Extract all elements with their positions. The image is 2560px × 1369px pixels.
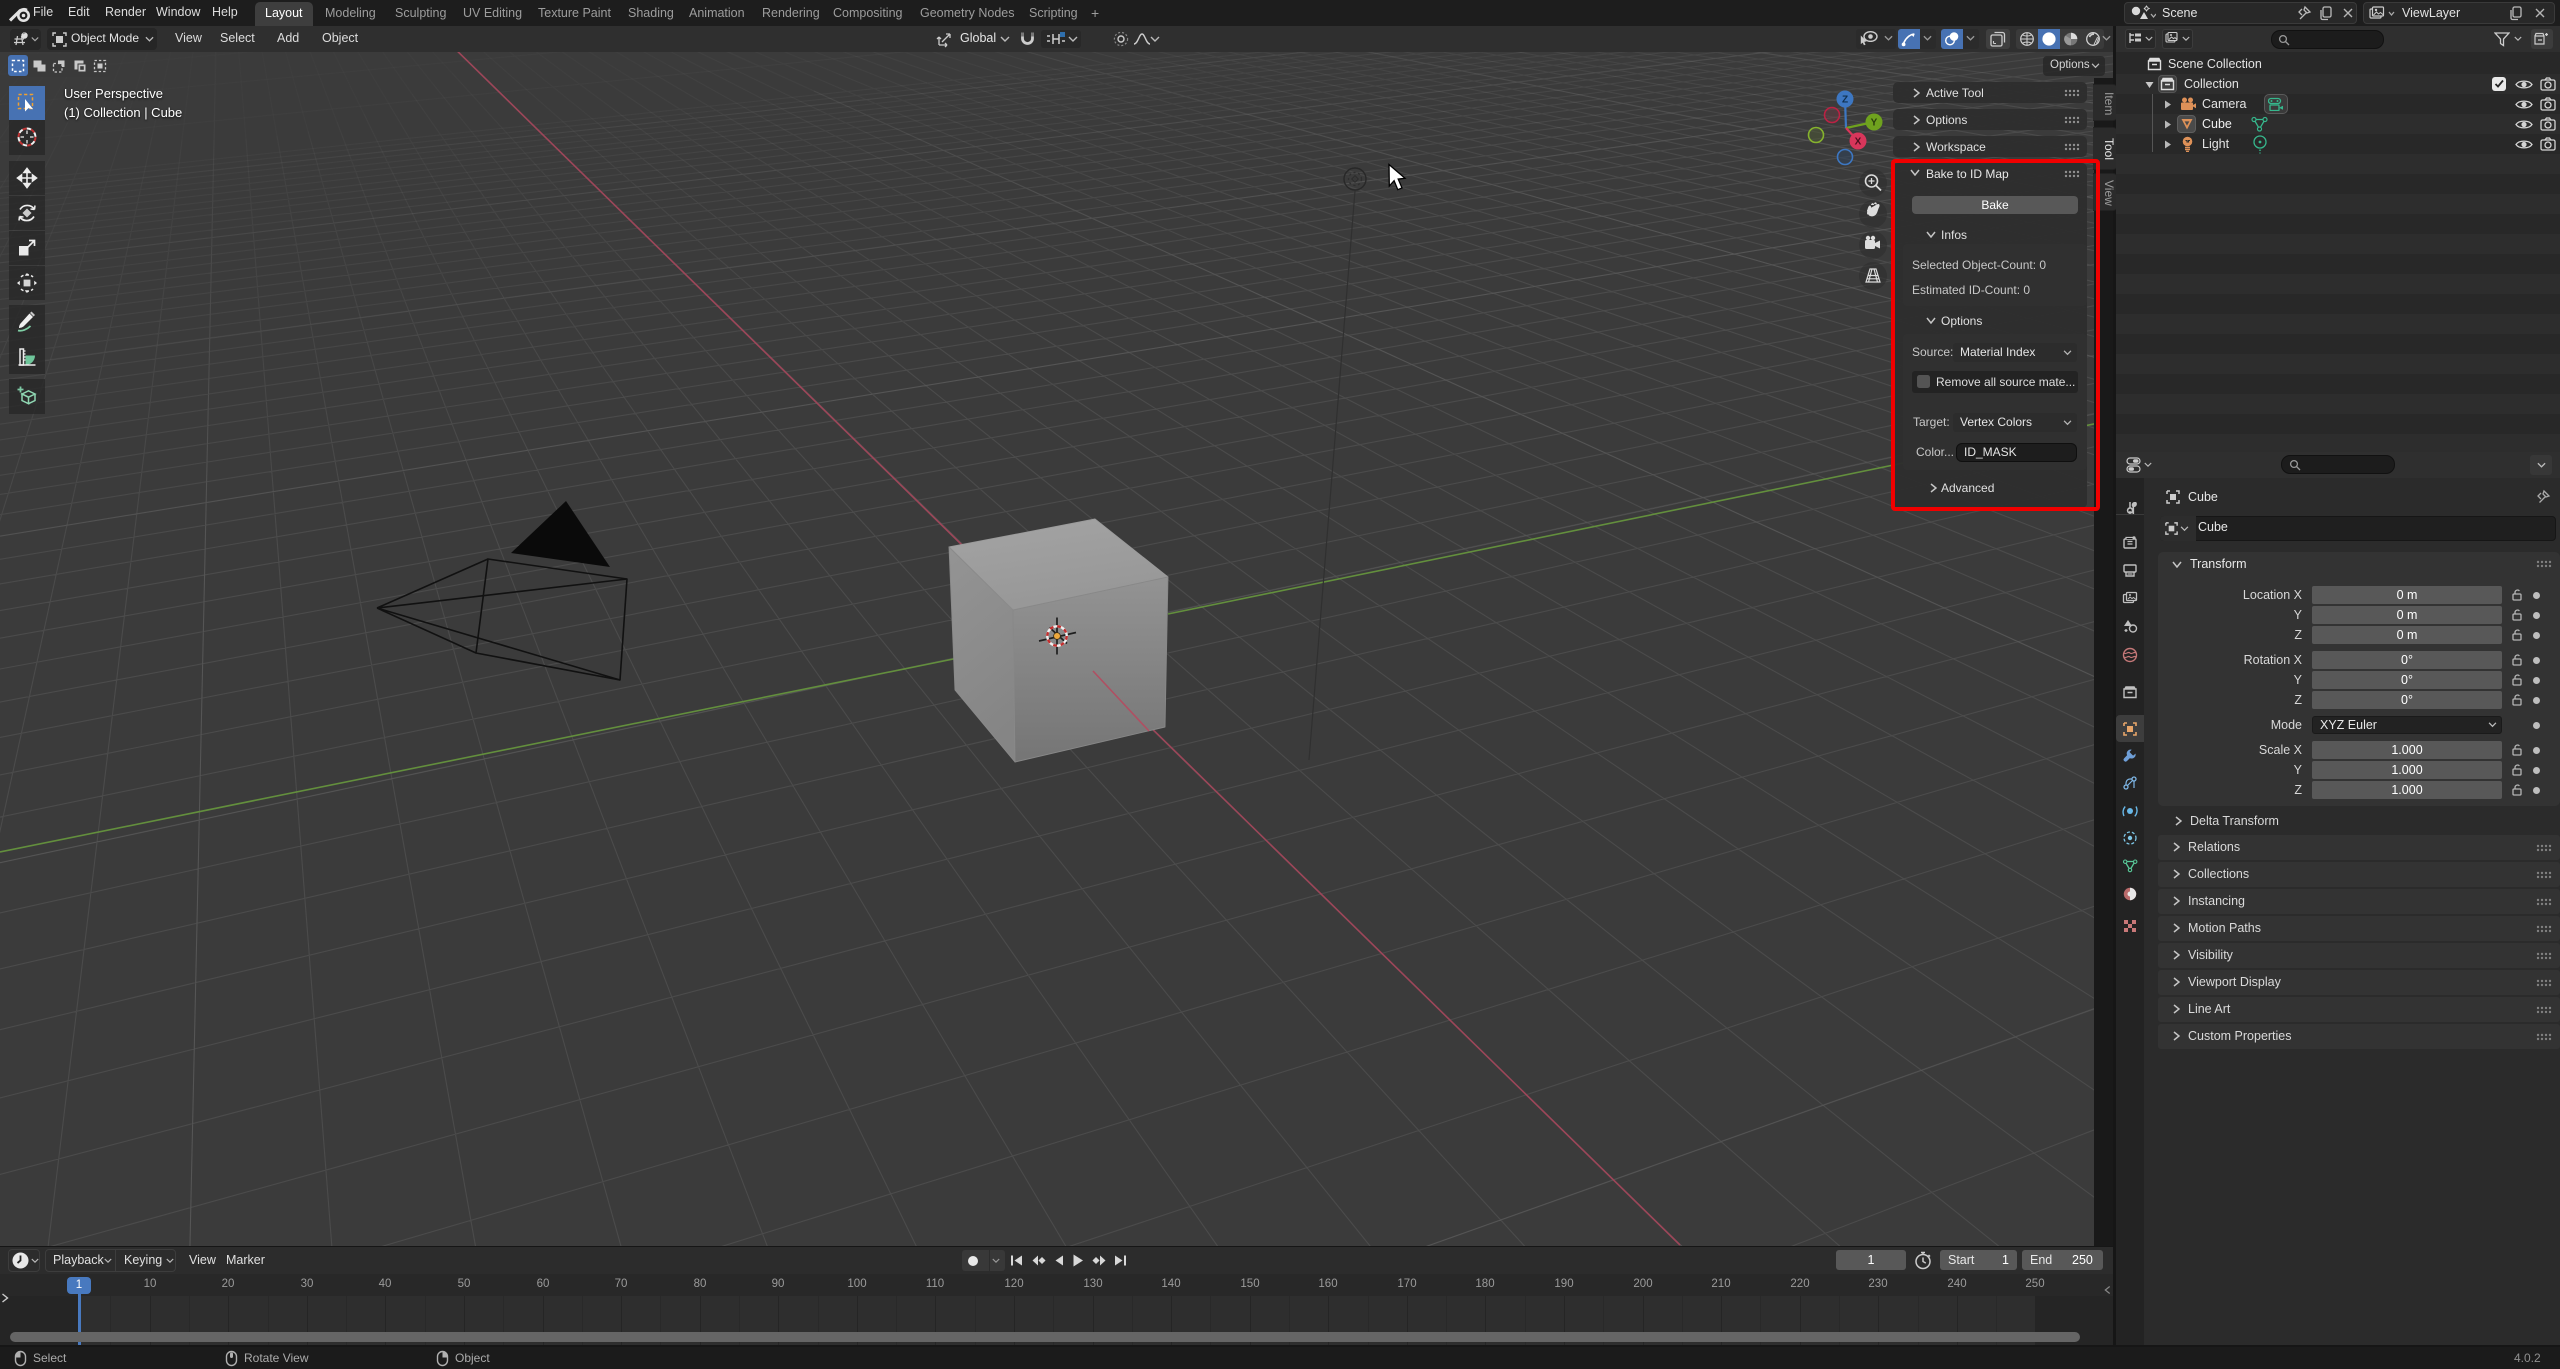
svg-text:Z: Z bbox=[1842, 95, 1848, 106]
svg-text:Y: Y bbox=[1871, 118, 1878, 129]
svg-text:X: X bbox=[1855, 137, 1862, 148]
